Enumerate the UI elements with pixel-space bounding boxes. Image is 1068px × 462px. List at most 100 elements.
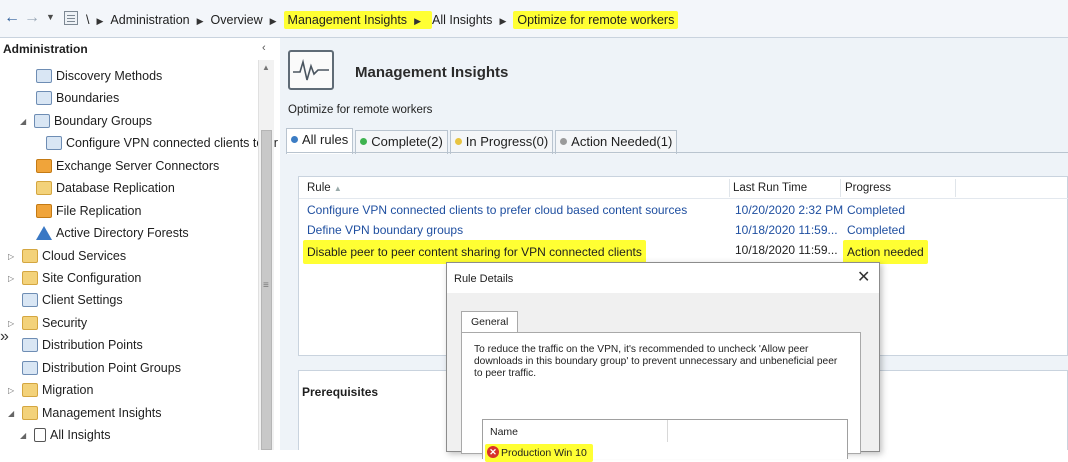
tree-item-configure-vpn[interactable]: Configure VPN connected clients to pr xyxy=(46,133,278,153)
general-panel: To reduce the traffic on the VPN, it's r… xyxy=(461,332,861,462)
dialog-title: Rule Details xyxy=(454,273,514,285)
boundary-groups-icon xyxy=(34,113,50,128)
chevron-right-icon: ▶ xyxy=(499,16,507,26)
distribution-point-groups-icon xyxy=(22,360,38,375)
tree-item-label: Cloud Services xyxy=(42,249,127,263)
tree-item-label: Distribution Point Groups xyxy=(42,361,181,375)
expanded-arrow-icon[interactable]: ◢ xyxy=(8,404,22,424)
prerequisites-title: Prerequisites xyxy=(302,385,379,399)
folder-icon xyxy=(22,382,38,397)
tree-header: Administration ‹ xyxy=(0,38,275,60)
tree-title: Administration xyxy=(3,42,88,56)
page-title: Management Insights xyxy=(355,64,509,81)
column-divider[interactable] xyxy=(840,179,841,197)
column-divider[interactable] xyxy=(729,179,730,197)
column-header-name[interactable]: Name xyxy=(490,426,518,438)
breadcrumb-optimize-remote-workers[interactable]: Optimize for remote workers xyxy=(513,11,679,29)
affected-objects-list: Name ✕ Production Win 10 xyxy=(482,419,848,462)
tab-action-needed[interactable]: Action Needed(1) xyxy=(555,130,678,154)
tab-label: All rules xyxy=(302,132,349,147)
client-settings-icon xyxy=(22,292,38,307)
folder-icon xyxy=(22,405,38,420)
close-icon[interactable]: ✕ xyxy=(857,267,870,287)
tree-item-all-insights[interactable]: ◢ All Insights xyxy=(20,425,110,445)
column-divider[interactable] xyxy=(667,420,668,442)
list-item[interactable]: ✕ Production Win 10 xyxy=(485,444,593,462)
sort-ascending-icon: ▲ xyxy=(333,184,342,193)
expanded-arrow-icon[interactable]: ◢ xyxy=(20,426,34,446)
tab-in-progress[interactable]: In Progress(0) xyxy=(449,130,554,154)
tab-label: In Progress(0) xyxy=(465,134,549,149)
tree-item-migration[interactable]: ▷ Migration xyxy=(8,380,93,400)
column-header-last-run-time[interactable]: Last Run Time xyxy=(733,182,807,194)
breadcrumb-management-insights[interactable]: Management Insights ▶ xyxy=(283,11,432,29)
breadcrumb-administration[interactable]: Administration xyxy=(110,13,189,27)
column-label: Rule xyxy=(307,182,331,194)
scroll-up-icon[interactable]: ▲ xyxy=(262,63,270,72)
tree-item-label: Active Directory Forests xyxy=(56,226,189,240)
breadcrumb-root[interactable]: \ xyxy=(86,13,89,27)
forward-arrow-icon[interactable]: → xyxy=(24,9,40,27)
tree-item-active-directory-forests[interactable]: Active Directory Forests xyxy=(36,223,189,243)
tree-item-exchange-connectors[interactable]: Exchange Server Connectors xyxy=(36,156,219,176)
address-bar: ← → ▼ \ ▶ Administration ▶ Overview ▶ Manageme… xyxy=(0,0,1068,38)
tree-item-boundaries[interactable]: Boundaries xyxy=(36,88,119,108)
folder-icon xyxy=(22,315,38,330)
collapsed-arrow-icon[interactable]: ▷ xyxy=(8,269,22,289)
folder-icon xyxy=(22,248,38,263)
rule-filter-tabs: All rules Complete(2) In Progress(0) Action… xyxy=(286,128,679,154)
rule-details-dialog: Rule Details ✕ General To reduce the tra… xyxy=(446,262,880,462)
table-row[interactable]: Define VPN boundary groups 10/18/2020 11… xyxy=(299,220,1068,240)
tab-complete[interactable]: Complete(2) xyxy=(355,130,448,154)
tab-all-rules[interactable]: All rules xyxy=(286,128,354,154)
splitter-grip-icon[interactable]: ≡ xyxy=(263,280,269,291)
column-header-rule[interactable]: Rule ▲ xyxy=(307,182,342,194)
tree-item-label: Discovery Methods xyxy=(56,69,163,83)
navigation-tree: Administration ‹ Discovery Methods Bound… xyxy=(0,38,278,450)
table-row-selected[interactable]: Disable peer to peer content sharing for… xyxy=(299,240,1068,264)
collapsed-arrow-icon[interactable]: ▷ xyxy=(8,247,22,267)
chevron-right-icon: ▶ xyxy=(414,16,421,26)
last-run-time: 10/18/2020 11:59... xyxy=(735,243,838,257)
tree-item-label: Boundaries xyxy=(56,91,120,105)
back-arrow-icon[interactable]: ← xyxy=(4,9,20,27)
tree-item-distribution-points[interactable]: Distribution Points xyxy=(22,335,143,355)
tree-item-label: Configure VPN connected clients to pr xyxy=(66,136,278,150)
breadcrumb-overview[interactable]: Overview xyxy=(211,13,263,27)
tree-item-label: Exchange Server Connectors xyxy=(56,159,220,173)
chevron-right-icon: ▶ xyxy=(96,16,104,26)
tree-item-cloud-services[interactable]: ▷ Cloud Services xyxy=(8,246,126,266)
all-insights-icon xyxy=(34,427,46,442)
action-needed-dot-icon xyxy=(560,138,568,146)
tree-item-database-replication[interactable]: Database Replication xyxy=(36,178,175,198)
history-dropdown-icon[interactable]: ▼ xyxy=(46,12,55,22)
dialog-body: General To reduce the traffic on the VPN… xyxy=(447,293,879,462)
tree-scrollbar[interactable]: ▲ xyxy=(258,60,274,450)
column-header-progress[interactable]: Progress xyxy=(845,182,891,194)
column-divider[interactable] xyxy=(955,179,956,197)
expanded-arrow-icon[interactable]: ◢ xyxy=(20,112,34,132)
breadcrumb-all-insights[interactable]: All Insights xyxy=(432,13,492,27)
tab-underline xyxy=(286,152,1068,153)
tree-item-distribution-point-groups[interactable]: Distribution Point Groups xyxy=(22,358,181,378)
tree-item-boundary-groups[interactable]: ◢ Boundary Groups xyxy=(20,111,152,131)
tree-item-discovery-methods[interactable]: Discovery Methods xyxy=(36,66,162,86)
rule-name: Disable peer to peer content sharing for… xyxy=(303,240,646,264)
tree-item-client-settings[interactable]: Client Settings xyxy=(22,290,123,310)
tree-item-security[interactable]: ▷ Security xyxy=(8,313,87,333)
console-page-icon xyxy=(64,11,78,25)
collapse-pane-icon[interactable]: ‹ xyxy=(262,42,266,54)
page-subtitle: Optimize for remote workers xyxy=(288,104,433,116)
tab-general[interactable]: General xyxy=(461,311,519,333)
chevron-right-icon: ▶ xyxy=(196,16,204,26)
breadcrumb-label: Management Insights xyxy=(287,13,408,27)
table-header: Rule ▲ Last Run Time Progress xyxy=(299,177,1068,199)
error-icon: ✕ xyxy=(487,446,499,459)
tree-item-file-replication[interactable]: File Replication xyxy=(36,201,141,221)
complete-dot-icon xyxy=(360,138,368,146)
collapsed-arrow-icon[interactable]: ▷ xyxy=(8,314,22,334)
tree-item-site-configuration[interactable]: ▷ Site Configuration xyxy=(8,268,141,288)
tree-item-management-insights[interactable]: ◢ Management Insights xyxy=(8,403,162,423)
collapsed-arrow-icon[interactable]: ▷ xyxy=(8,381,22,401)
table-row[interactable]: Configure VPN connected clients to prefe… xyxy=(299,200,1068,220)
